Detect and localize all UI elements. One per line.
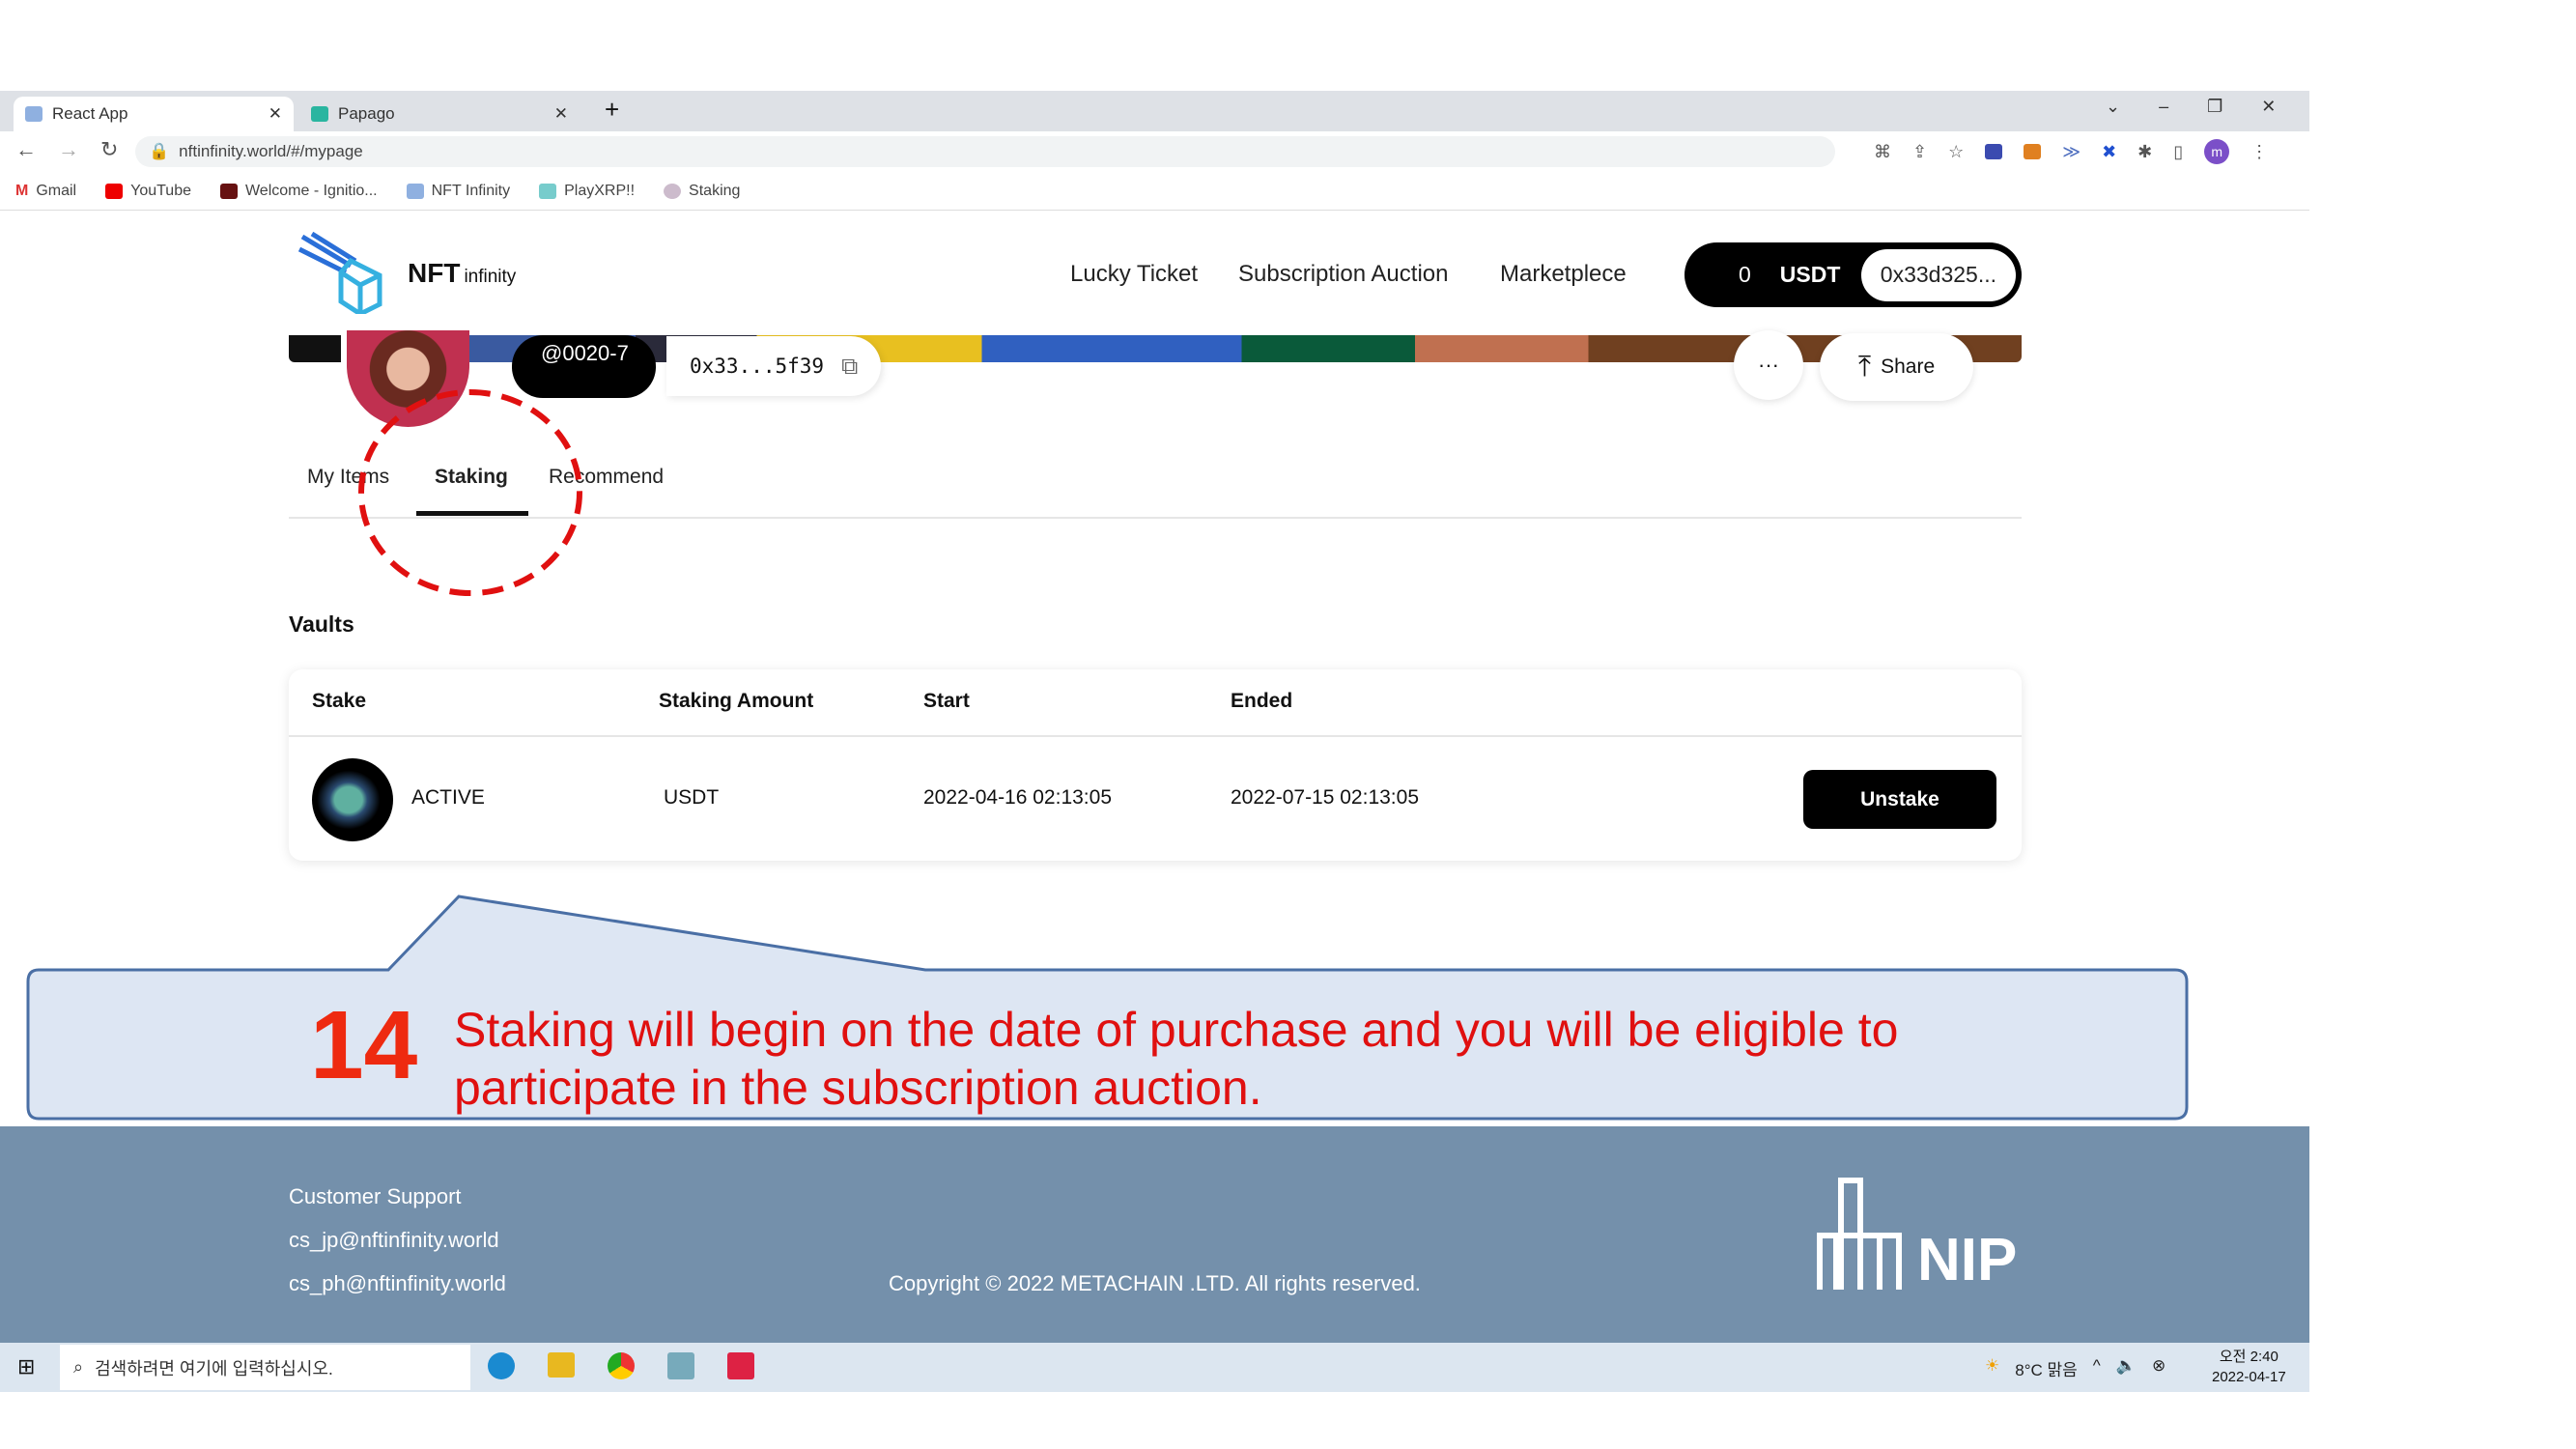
- wallet-pill[interactable]: 0 USDT 0x33d325...: [1684, 242, 2022, 307]
- end-date: 2022-07-15 02:13:05: [1231, 786, 1419, 809]
- callout-text: Staking will begin on the date of purcha…: [454, 1003, 1899, 1115]
- site-logo[interactable]: NFT infinity: [297, 232, 516, 314]
- bookmark-playxrp[interactable]: PlayXRP!!: [539, 183, 635, 200]
- column-header: Stake: [312, 690, 367, 712]
- staking-amount: USDT: [664, 786, 720, 809]
- bookmark-welcome[interactable]: Welcome - Ignitio...: [219, 183, 378, 200]
- favicon-icon: [311, 106, 328, 122]
- bookmark-icon: [539, 183, 557, 199]
- close-icon[interactable]: ✕: [269, 104, 282, 124]
- unstake-button[interactable]: Unstake: [1803, 770, 1996, 829]
- lock-icon: 🔒: [149, 142, 170, 160]
- close-window-icon[interactable]: ✕: [2261, 97, 2276, 117]
- menu-icon[interactable]: ⋮: [2250, 142, 2268, 162]
- bookmark-youtube[interactable]: YouTube: [105, 183, 191, 200]
- weather-icon[interactable]: ☀: [1985, 1356, 1999, 1380]
- bookmarks-bar: M Gmail YouTube Welcome - Ignitio... NFT …: [0, 172, 2309, 211]
- nip-brand: NIP: [1917, 1227, 2018, 1293]
- nav-lucky-ticket[interactable]: Lucky Ticket: [1070, 261, 1198, 288]
- share-button[interactable]: ⤒ Share: [1820, 333, 1973, 401]
- profile-avatar[interactable]: m: [2204, 139, 2230, 164]
- windows-taskbar: ⊞ ⌕ 검색하려면 여기에 입력하십시오. ☀ 8°C 맑음 ^ 🔈 ⊗ 오전 2:40…: [0, 1343, 2309, 1392]
- browser-tab-bar: React App ✕ Papago ✕ + ⌄ – ❐ ✕: [0, 91, 2309, 131]
- url-text: nftinfinity.world/#/mypage: [179, 142, 363, 160]
- favicon-icon: [25, 106, 42, 122]
- network-icon[interactable]: ⊗: [2152, 1356, 2166, 1380]
- extensions-puzzle-icon[interactable]: ✱: [2137, 142, 2152, 162]
- vaults-title: Vaults: [289, 611, 354, 637]
- nav-subscription-auction[interactable]: Subscription Auction: [1238, 261, 1448, 288]
- windows-start-icon[interactable]: ⊞: [17, 1354, 35, 1379]
- url-bar[interactable]: 🔒 nftinfinity.world/#/mypage: [135, 136, 1835, 167]
- copyright: Copyright © 2022 METACHAIN .LTD. All rig…: [889, 1271, 1421, 1295]
- vaults-table: [289, 669, 2022, 861]
- gmail-icon: M: [15, 182, 29, 199]
- back-icon[interactable]: ←: [15, 137, 37, 162]
- upload-icon: ⤒: [1857, 351, 1872, 383]
- site-footer: Customer Support cs_jp@nftinfinity.world…: [0, 1126, 2309, 1343]
- bookmark-icon: [219, 183, 238, 199]
- tab-search-icon[interactable]: ⌄: [2106, 97, 2120, 117]
- powerpoint-icon[interactable]: [727, 1352, 754, 1379]
- translate-icon[interactable]: ⌘: [1874, 142, 1891, 162]
- reload-icon[interactable]: ↻: [100, 137, 118, 162]
- currency: USDT: [1779, 262, 1841, 287]
- logo-cube-icon: [297, 232, 382, 314]
- column-header: Ended: [1231, 690, 1293, 712]
- file-explorer-icon[interactable]: [548, 1352, 575, 1378]
- tab-label: Papago: [338, 104, 395, 123]
- more-button[interactable]: ···: [1734, 330, 1803, 400]
- nip-logo-icon: [1817, 1178, 1902, 1290]
- new-tab-button[interactable]: +: [605, 95, 619, 125]
- step-number: 14: [310, 991, 418, 1099]
- wallet-address-chip: 0x33...5f39 ⧉: [666, 336, 882, 396]
- edge-icon[interactable]: [488, 1352, 515, 1379]
- taskbar-search[interactable]: ⌕ 검색하려면 여기에 입력하십시오.: [60, 1345, 470, 1390]
- column-header: Start: [923, 690, 970, 712]
- volume-icon[interactable]: 🔈: [2116, 1356, 2137, 1380]
- tray-chevron-icon[interactable]: ^: [2093, 1356, 2101, 1380]
- support-email-jp[interactable]: cs_jp@nftinfinity.world: [289, 1228, 499, 1253]
- bookmark-nft-infinity[interactable]: NFT Infinity: [406, 183, 510, 200]
- clock[interactable]: 오전 2:40 2022-04-17: [2212, 1347, 2286, 1387]
- bookmark-star-icon[interactable]: ☆: [1948, 142, 1964, 162]
- minimize-icon[interactable]: –: [2159, 97, 2168, 117]
- stake-token-icon: [312, 758, 393, 841]
- share-page-icon[interactable]: ⇪: [1912, 142, 1927, 162]
- copy-icon[interactable]: ⧉: [841, 353, 858, 380]
- search-icon: ⌕: [73, 1357, 84, 1377]
- bookmark-staking[interactable]: Staking: [664, 183, 740, 200]
- balance: 0: [1739, 262, 1751, 287]
- tab-react-app[interactable]: React App ✕: [14, 97, 294, 131]
- bookmark-icon: [664, 183, 682, 199]
- extension-icon[interactable]: [1985, 144, 2003, 159]
- extension-icon[interactable]: ✖: [2102, 142, 2116, 162]
- support-email-ph[interactable]: cs_ph@nftinfinity.world: [289, 1271, 506, 1296]
- nav-marketplace[interactable]: Marketplece: [1500, 261, 1627, 288]
- tab-label: React App: [52, 104, 128, 123]
- youtube-icon: [105, 183, 124, 199]
- bookmark-icon: [406, 183, 424, 199]
- app-icon[interactable]: [667, 1352, 694, 1379]
- forward-icon[interactable]: →: [58, 137, 79, 162]
- support-title: Customer Support: [289, 1184, 462, 1208]
- wallet-address[interactable]: 0x33d325...: [1860, 248, 2016, 301]
- restore-icon[interactable]: ❐: [2207, 97, 2222, 117]
- bookmark-gmail[interactable]: M Gmail: [15, 183, 76, 200]
- start-date: 2022-04-16 02:13:05: [923, 786, 1112, 809]
- side-panel-icon[interactable]: ▯: [2173, 142, 2183, 162]
- metamask-icon[interactable]: [2024, 144, 2042, 159]
- tab-papago[interactable]: Papago ✕: [299, 97, 580, 131]
- chrome-icon[interactable]: [608, 1352, 635, 1379]
- column-header: Staking Amount: [659, 690, 814, 712]
- extension-icon[interactable]: ≫: [2062, 142, 2081, 162]
- annotation-dashed-circle: [358, 389, 582, 596]
- address-row: ← → ↻ 🔒 nftinfinity.world/#/mypage ⌘ ⇪ ☆…: [0, 131, 2309, 172]
- stake-status: ACTIVE: [411, 786, 485, 809]
- close-icon[interactable]: ✕: [554, 104, 568, 124]
